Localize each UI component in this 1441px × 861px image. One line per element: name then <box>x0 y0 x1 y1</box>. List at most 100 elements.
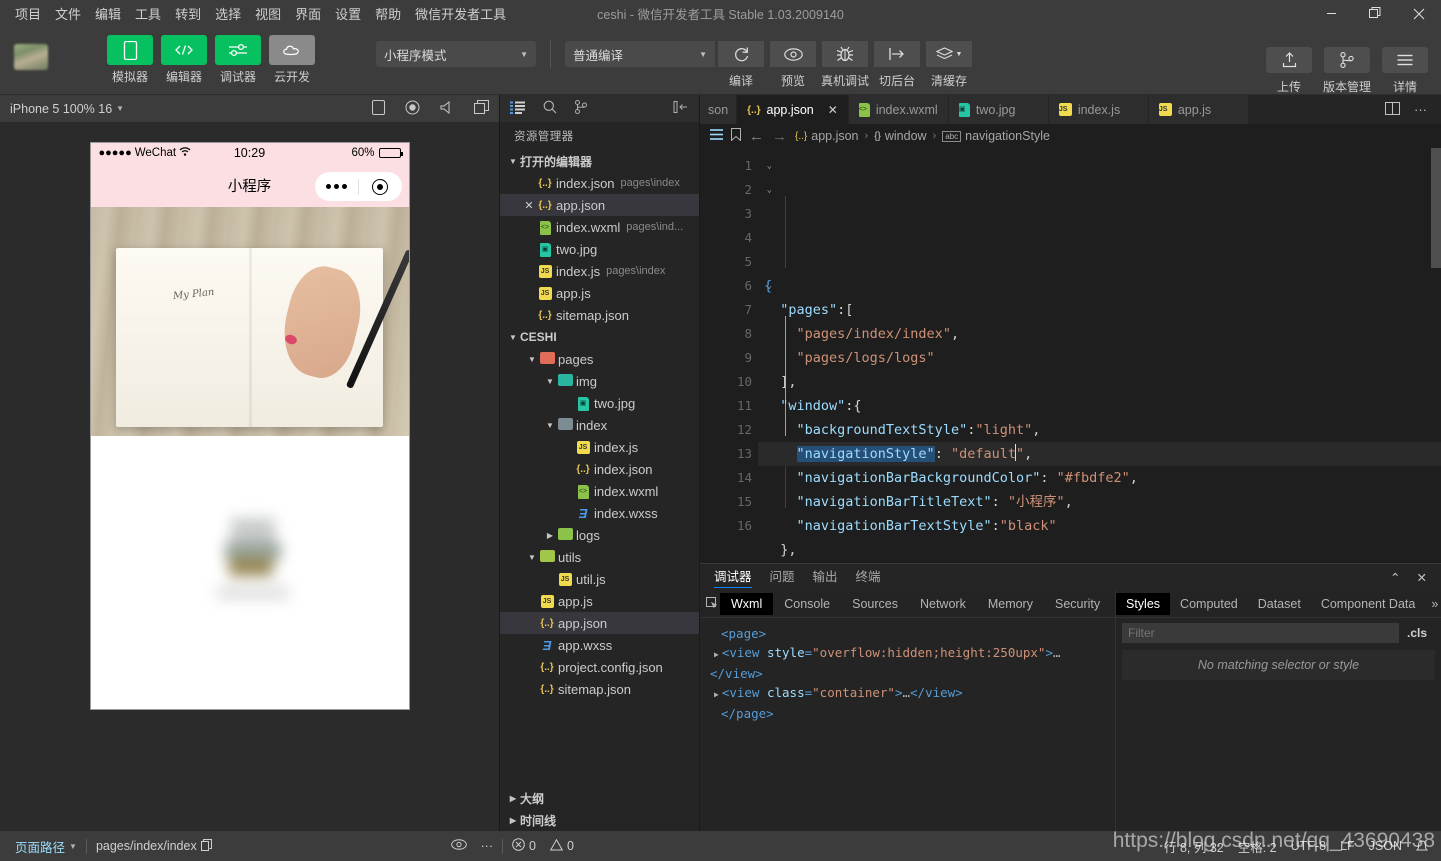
debugger-tab-调试器[interactable]: 调试器 <box>714 566 752 588</box>
tree-folder[interactable]: ▼ index <box>500 414 699 436</box>
error-count-item[interactable]: 0 <box>505 838 543 854</box>
upload-icon[interactable] <box>1266 47 1312 73</box>
line-ending[interactable]: LF <box>1333 839 1362 853</box>
devtools-tab-Memory[interactable]: Memory <box>977 593 1044 615</box>
editor-tab-app.json[interactable]: {..} app.json ✕ <box>737 95 849 124</box>
copy-icon[interactable] <box>200 838 212 854</box>
open-editor-item[interactable]: JS index.js pages\index <box>500 260 699 282</box>
search-icon[interactable] <box>543 100 557 117</box>
window-icon[interactable] <box>474 100 489 117</box>
panel-toggle-3[interactable]: 云开发 <box>268 35 316 85</box>
panel-toggle-2[interactable]: 调试器 <box>214 35 262 85</box>
menu-item-11[interactable]: 微信开发者工具 <box>408 1 513 26</box>
partial-tab[interactable]: son <box>700 95 738 124</box>
editor-tab-app.js[interactable]: JS app.js <box>1148 95 1249 124</box>
device-label[interactable]: iPhone 5 100% 16 <box>10 102 112 116</box>
styles-tab-Component-Data[interactable]: Component Data <box>1311 593 1426 615</box>
page-path-value-group[interactable]: pages/index/index <box>89 838 219 854</box>
panel-toggle-0[interactable]: 模拟器 <box>106 35 154 85</box>
breadcrumb-item[interactable]: abc navigationStyle <box>942 129 1050 143</box>
styles-tab-Computed[interactable]: Computed <box>1170 593 1248 615</box>
sliders-icon[interactable] <box>215 35 261 65</box>
mode-select[interactable]: 小程序模式 ▼ <box>376 41 536 67</box>
styles-overflow[interactable]: » <box>1425 597 1441 611</box>
layers-icon[interactable]: ▼ <box>926 41 972 67</box>
encoding[interactable]: UTF-8 <box>1284 839 1333 853</box>
split-editor-icon[interactable] <box>1385 101 1400 118</box>
status-more-button[interactable]: ··· <box>474 839 501 853</box>
volume-icon[interactable] <box>440 100 454 117</box>
code-icon[interactable] <box>161 35 207 65</box>
toolbar-版本管理[interactable]: 版本管理 <box>1321 47 1373 95</box>
open-editor-item[interactable]: JS app.js <box>500 282 699 304</box>
menu-item-3[interactable]: 编辑 <box>88 1 128 26</box>
style-filter-input[interactable] <box>1122 623 1399 643</box>
cursor-position[interactable]: 行 8, 列 32 <box>1157 837 1231 856</box>
warning-count-item[interactable]: 0 <box>543 838 581 854</box>
tree-file[interactable]: {..} sitemap.json <box>500 678 699 700</box>
chevron-down-icon[interactable]: ▼ <box>116 104 124 113</box>
cls-button[interactable]: .cls <box>1399 626 1435 640</box>
tree-file[interactable]: ▣ two.jpg <box>500 392 699 414</box>
minimize-button[interactable] <box>1309 0 1353 27</box>
toolbar-action-清缓存[interactable]: ▼ 清缓存 <box>923 41 975 89</box>
refresh-icon[interactable] <box>718 41 764 67</box>
open-editor-item[interactable]: ✕ {..} app.json <box>500 194 699 216</box>
outline-icon[interactable] <box>710 129 723 143</box>
menu-item-2[interactable]: 文件 <box>48 1 88 26</box>
tree-folder[interactable]: ▼ img <box>500 370 699 392</box>
menu-item-7[interactable]: 视图 <box>248 1 288 26</box>
page-path-selector[interactable]: 页面路径 ▼ <box>8 837 84 856</box>
close-icon[interactable]: ✕ <box>522 199 536 212</box>
toolbar-action-真机调试[interactable]: 真机调试 <box>819 41 871 89</box>
rotate-icon[interactable] <box>372 99 385 118</box>
expand-arrow-icon[interactable]: ▶ <box>714 650 719 659</box>
tree-file[interactable]: {..} project.config.json <box>500 656 699 678</box>
tree-folder[interactable]: ▼ pages <box>500 348 699 370</box>
breadcrumb-item[interactable]: {..} app.json <box>795 129 859 143</box>
styles-tab-Dataset[interactable]: Dataset <box>1248 593 1311 615</box>
tree-file[interactable]: JS app.js <box>500 590 699 612</box>
bookmark-icon[interactable] <box>731 128 741 144</box>
devtools-tab-Sources[interactable]: Sources <box>841 593 909 615</box>
tree-file[interactable]: Ǝindex.wxss <box>500 502 699 524</box>
more-icon[interactable]: ··· <box>1414 102 1427 117</box>
tree-folder[interactable]: ▶ logs <box>500 524 699 546</box>
editor-tab-index.js[interactable]: JS index.js <box>1048 95 1149 124</box>
explorer-section-大纲[interactable]: ▶ 大纲 <box>500 787 699 809</box>
phone-icon[interactable] <box>107 35 153 65</box>
language-mode[interactable]: JSON <box>1362 839 1409 853</box>
preview-toggle[interactable] <box>444 839 474 853</box>
wxml-node[interactable]: </page> <box>710 704 1105 723</box>
devtools-tab-Console[interactable]: Console <box>773 593 841 615</box>
tree-file[interactable]: {..} index.json <box>500 458 699 480</box>
indentation[interactable]: 空格: 2 <box>1231 837 1284 856</box>
menu-item-9[interactable]: 设置 <box>328 1 368 26</box>
panel-toggle-1[interactable]: 编辑器 <box>160 35 208 85</box>
code-editor[interactable]: 1 ⌄ 2 ⌄ 3 4 5 6 ⌄ 7 8 9 10 11 12 13 14 15 16 { "pages":[ "… <box>700 148 1441 563</box>
open-editor-item[interactable]: {..} index.json pages\index <box>500 172 699 194</box>
editor-tab-two.jpg[interactable]: ▣ two.jpg <box>948 95 1049 124</box>
tree-file[interactable]: <> index.wxml <box>500 480 699 502</box>
wxml-node[interactable]: ▶ <view class="container">…</view> <box>710 683 1105 704</box>
close-icon[interactable]: ✕ <box>1417 570 1427 585</box>
menu-item-1[interactable]: 项目 <box>8 1 48 26</box>
cloud-icon[interactable] <box>269 35 315 65</box>
toolbar-详情[interactable]: 详情 <box>1379 47 1431 95</box>
eye-icon[interactable] <box>770 41 816 67</box>
editor-tab-index.wxml[interactable]: <> index.wxml <box>848 95 949 124</box>
styles-tab-Styles[interactable]: Styles <box>1116 592 1171 615</box>
project-header[interactable]: ▼ CESHI <box>500 326 699 348</box>
chevron-down-icon[interactable]: ▼ <box>544 421 556 430</box>
code-content[interactable]: { "pages":[ "pages/index/index", "pages/… <box>758 148 1441 563</box>
expand-arrow-icon[interactable]: ▶ <box>714 690 719 699</box>
toolbar-上传[interactable]: 上传 <box>1263 47 1315 95</box>
wxml-node[interactable]: ▶ <view style="overflow:hidden;height:250… <box>710 643 1105 683</box>
toolbar-action-预览[interactable]: 预览 <box>767 41 819 89</box>
back-icon[interactable]: ← <box>749 128 764 145</box>
problems-group[interactable]: 0 0 <box>505 838 581 854</box>
tree-file[interactable]: JS util.js <box>500 568 699 590</box>
collapse-icon[interactable] <box>673 101 689 116</box>
editor-scrollbar[interactable] <box>1431 148 1441 563</box>
element-picker-icon[interactable] <box>706 596 720 611</box>
